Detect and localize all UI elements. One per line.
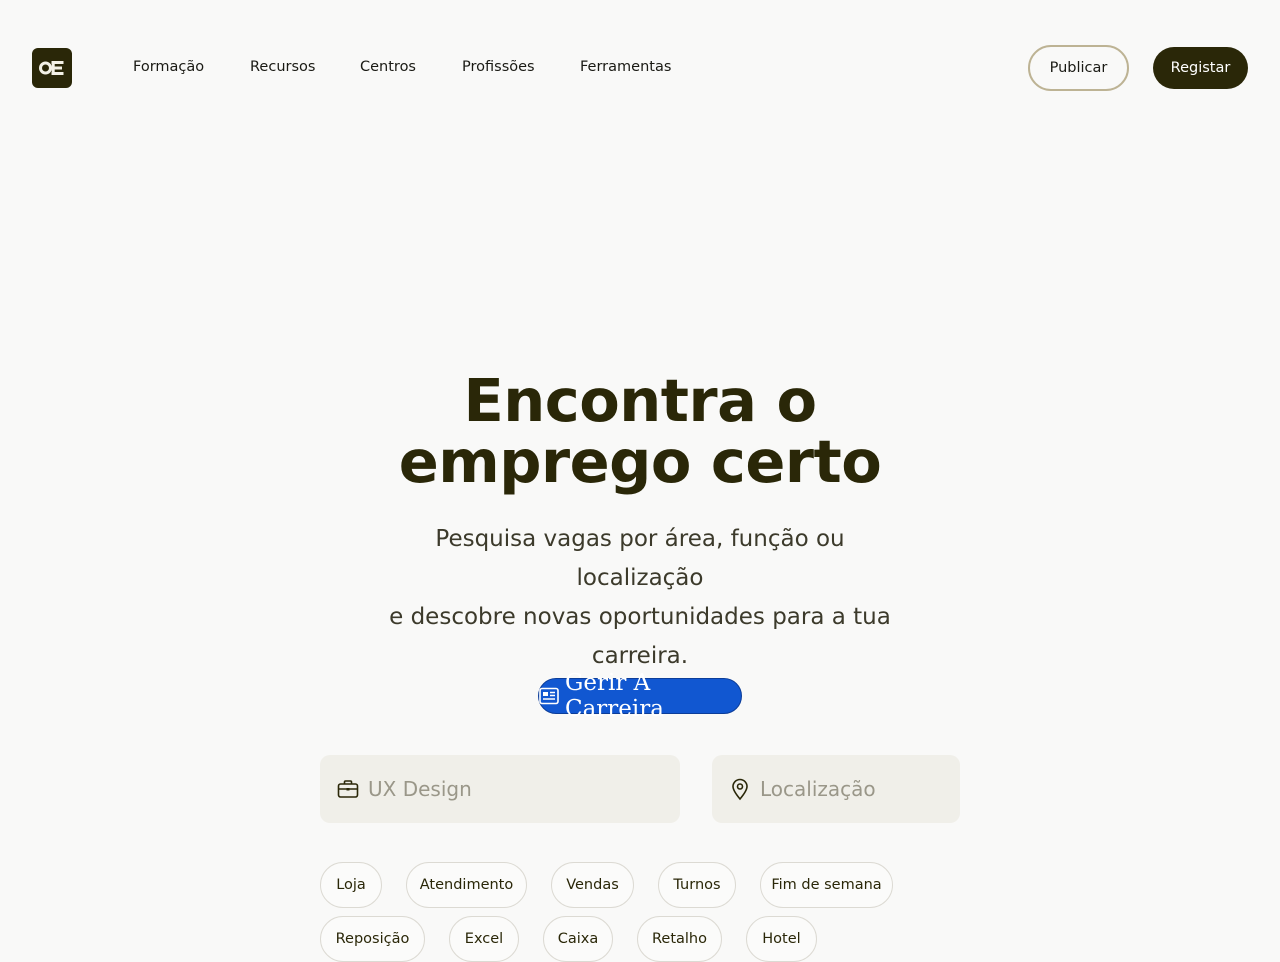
nav-item-recursos[interactable]: Recursos xyxy=(250,59,315,75)
chip-turnos[interactable]: Turnos xyxy=(658,862,736,908)
nav-item-formacao[interactable]: Formação xyxy=(133,59,204,75)
nav-item-centros[interactable]: Centros xyxy=(360,59,416,75)
manage-career-badge[interactable]: Gerir A Carreira xyxy=(538,670,742,722)
job-search-input[interactable] xyxy=(368,777,628,801)
chip-atendimento[interactable]: Atendimento xyxy=(406,862,527,908)
hero-title: Encontra o emprego certo xyxy=(340,370,940,492)
chip-vendas[interactable]: Vendas xyxy=(551,862,634,908)
register-button[interactable]: Registar xyxy=(1153,47,1248,89)
chip-excel[interactable]: Excel xyxy=(449,916,519,962)
nav-item-ferramentas[interactable]: Ferramentas xyxy=(580,59,671,75)
hero-title-line-1: Encontra o xyxy=(463,366,817,435)
chip-hotel[interactable]: Hotel xyxy=(746,916,817,962)
site-header: Formação Recursos Centros Profissões Fer… xyxy=(0,0,1280,136)
hero-title-line-2: emprego certo xyxy=(398,427,882,496)
hero-subtitle-line: e descobre novas oportunidades para a tu… xyxy=(389,604,891,630)
oe-logo-icon xyxy=(39,61,64,75)
chip-reposicao[interactable]: Reposição xyxy=(320,916,425,962)
nav-item-profissoes[interactable]: Profissões xyxy=(462,59,535,75)
briefcase-icon xyxy=(336,777,360,801)
chip-caixa[interactable]: Caixa xyxy=(543,916,613,962)
publish-button[interactable]: Publicar xyxy=(1028,45,1129,91)
chip-retalho[interactable]: Retalho xyxy=(637,916,722,962)
hero-subtitle-line: Pesquisa vagas por área, função ou xyxy=(435,526,845,552)
map-pin-icon xyxy=(728,777,752,801)
location-field[interactable] xyxy=(712,755,960,823)
chip-fim-de-semana[interactable]: Fim de semana xyxy=(760,862,893,908)
newspaper-icon xyxy=(539,687,559,705)
chip-loja[interactable]: Loja xyxy=(320,862,382,908)
logo[interactable] xyxy=(32,48,72,88)
hero-subtitle-line: localização xyxy=(576,565,704,591)
hero-subtitle: Pesquisa vagas por área, função ou local… xyxy=(370,520,910,676)
location-input[interactable] xyxy=(760,777,940,801)
job-search-field[interactable] xyxy=(320,755,680,823)
manage-career-label: Gerir A Carreira xyxy=(565,670,664,722)
